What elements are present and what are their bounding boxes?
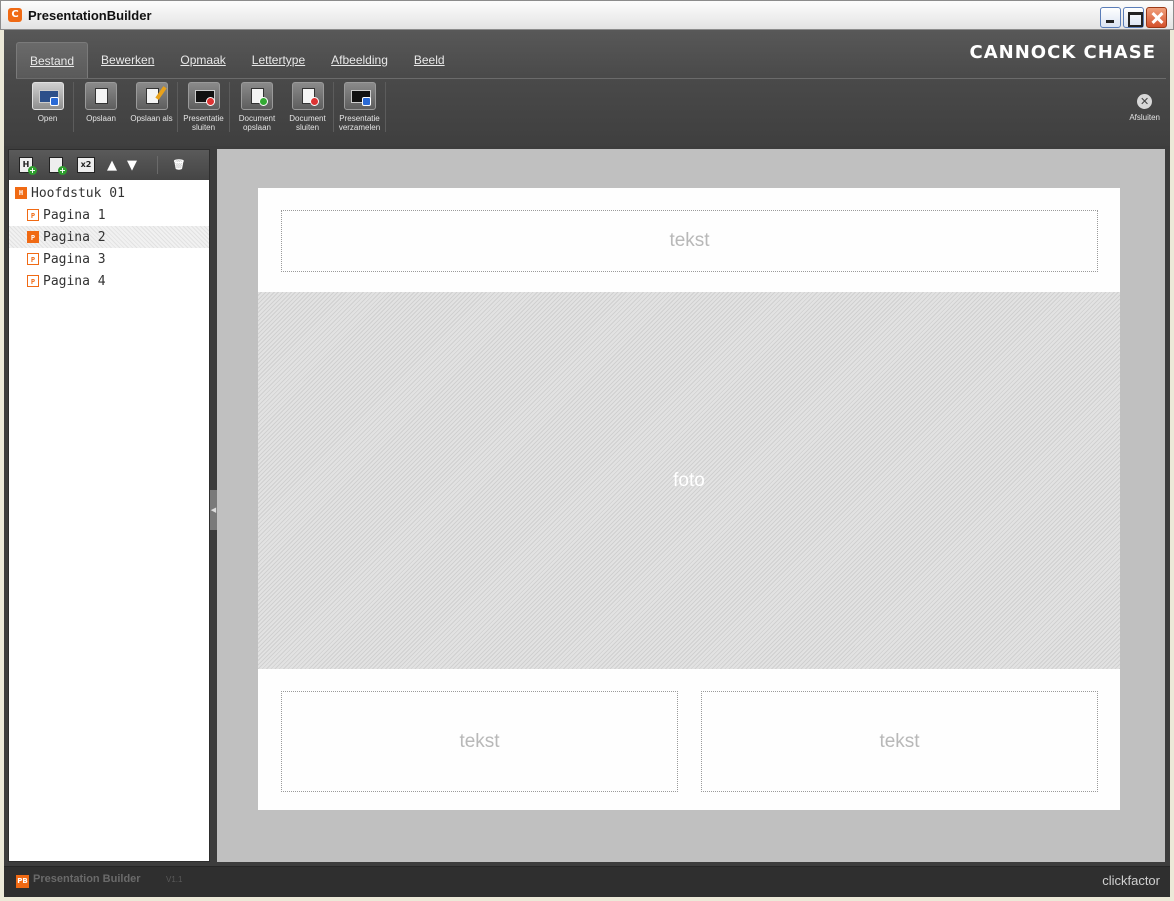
tab-opmaak[interactable]: Opmaak [167, 42, 238, 78]
move-up-icon: ▲ [107, 157, 117, 173]
move-up-button[interactable]: ▲ [105, 155, 119, 175]
status-footer: PB Presentation Builder V1.1 clickfactor [4, 866, 1170, 897]
save-icon [85, 82, 117, 110]
document-close-icon [291, 82, 324, 110]
minimize-button[interactable] [1100, 7, 1121, 28]
move-down-button[interactable]: ▼ [125, 155, 139, 175]
close-icon: ✕ [1137, 94, 1153, 109]
tree-page-item[interactable]: P Pagina 1 [9, 204, 209, 226]
photo-placeholder[interactable]: foto [258, 292, 1120, 669]
window-controls [1100, 7, 1167, 28]
page-icon: P [27, 231, 39, 243]
presentation-collect-icon [343, 82, 376, 110]
tab-bewerken[interactable]: Bewerken [88, 42, 167, 78]
delete-icon: 🗑 [172, 159, 186, 171]
add-chapter-button[interactable]: H + [15, 155, 37, 175]
duplicate-icon: x2 [77, 157, 95, 173]
tree-page-item[interactable]: P Pagina 4 [9, 270, 209, 292]
save-as-button[interactable]: Opslaan als [128, 82, 178, 132]
footer-version: V1.1 [166, 875, 183, 884]
structure-toolbar: H + + x2 ▲ ▼ 🗑 [9, 150, 209, 180]
text-placeholder-top[interactable]: tekst [281, 210, 1098, 272]
app-logo-icon: C [8, 8, 22, 22]
ribbon-header: Bestand Bewerken Opmaak Lettertype Afbee… [4, 30, 1170, 146]
close-window-button[interactable] [1146, 7, 1167, 28]
structure-panel: H+ + x2 ▲ ▼ 🗑 H Hoofdstuk 01 P Pagina 1 [8, 149, 210, 862]
toolbar: Open Opslaan Opslaan als Presentatie slu… [24, 82, 388, 132]
tab-lettertype[interactable]: Lettertype [239, 42, 318, 78]
open-button[interactable]: Open [24, 82, 74, 132]
app-frame: Bestand Bewerken Opmaak Lettertype Afbee… [4, 30, 1170, 897]
presentation-close-button[interactable]: Presentatie sluiten [180, 82, 230, 132]
chevron-left-icon: ◀ [210, 506, 217, 514]
duplicate-button[interactable]: x2 [75, 155, 97, 175]
toolbar-divider [157, 156, 158, 174]
presentation-collect-button[interactable]: Presentatie verzamelen [336, 82, 386, 132]
page-icon: P [27, 209, 39, 221]
footer-credit: clickfactor [1102, 873, 1160, 888]
page-icon: P [27, 275, 39, 287]
chapter-icon: H [15, 187, 27, 199]
maximize-button[interactable] [1123, 7, 1144, 28]
footer-app-name: Presentation Builder [33, 873, 141, 885]
page-tree: H Hoofdstuk 01 P Pagina 1 P Pagina 2 P P… [9, 182, 209, 292]
menu-tabs: Bestand Bewerken Opmaak Lettertype Afbee… [16, 42, 458, 78]
document-close-button[interactable]: Document sluiten [284, 82, 334, 132]
tab-bestand[interactable]: Bestand [16, 42, 89, 78]
tab-divider [16, 78, 1166, 79]
add-chapter-icon: H + [19, 157, 37, 175]
window-titlebar: C PresentationBuilder [0, 0, 1174, 30]
tree-page-item[interactable]: P Pagina 3 [9, 248, 209, 270]
move-down-icon: ▼ [127, 157, 137, 173]
brand-logo: CANNOCK CHASE [969, 42, 1156, 63]
add-page-button[interactable]: + [45, 155, 67, 175]
delete-button[interactable]: 🗑 [168, 155, 190, 175]
slide-page: tekst foto tekst tekst [258, 188, 1120, 810]
window-title: PresentationBuilder [28, 7, 152, 23]
tree-chapter-item[interactable]: H Hoofdstuk 01 [9, 182, 209, 204]
text-placeholder-bottom-left[interactable]: tekst [281, 691, 678, 792]
document-save-button[interactable]: Document opslaan [232, 82, 282, 132]
tree-page-item-selected[interactable]: P Pagina 2 [9, 226, 209, 248]
presentation-close-icon [187, 82, 220, 110]
text-placeholder-bottom-right[interactable]: tekst [701, 691, 1098, 792]
add-page-icon: + [49, 157, 67, 175]
open-folder-icon [31, 82, 64, 110]
document-save-icon [241, 82, 273, 110]
save-as-icon [135, 82, 168, 110]
page-icon: P [27, 253, 39, 265]
tab-beeld[interactable]: Beeld [401, 42, 458, 78]
editor-canvas: tekst foto tekst tekst [217, 149, 1165, 862]
tab-afbeelding[interactable]: Afbeelding [318, 42, 401, 78]
collapse-panel-handle[interactable]: ◀ [210, 490, 217, 530]
exit-button[interactable]: ✕ Afsluiten [1129, 94, 1160, 122]
save-button[interactable]: Opslaan [76, 82, 126, 132]
app-badge-icon: PB [16, 875, 29, 888]
